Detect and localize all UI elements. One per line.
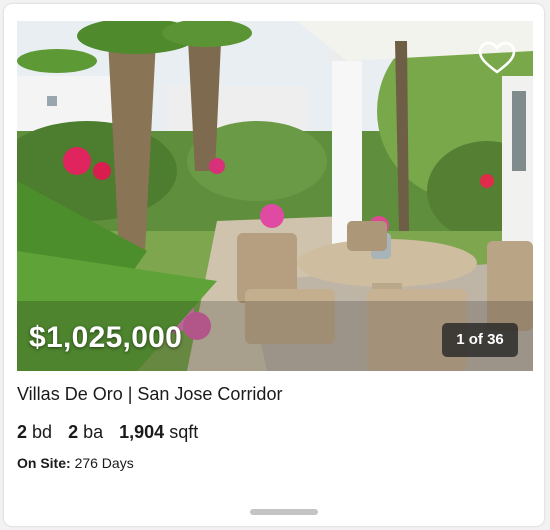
on-site-value: 276 Days [74, 455, 134, 471]
on-site-duration: On Site: 276 Days [17, 455, 134, 471]
drag-handle[interactable] [250, 509, 318, 515]
baths-value: 2 [68, 422, 79, 442]
sqft-value: 1,904 [119, 422, 165, 442]
patio-garden-image [17, 21, 533, 371]
baths-spec: 2 ba [68, 422, 103, 443]
baths-unit: ba [83, 422, 104, 442]
sqft-spec: 1,904 sqft [119, 422, 198, 443]
sqft-unit: sqft [169, 422, 199, 442]
beds-unit: bd [32, 422, 53, 442]
on-site-label: On Site: [17, 455, 71, 471]
heart-outline-icon [478, 41, 516, 74]
listing-price: $1,025,000 [29, 321, 183, 354]
listing-title[interactable]: Villas De Oro | San Jose Corridor [17, 384, 282, 405]
beds-value: 2 [17, 422, 28, 442]
listing-specs: 2 bd 2 ba 1,904 sqft [17, 422, 198, 443]
listing-card[interactable]: $1,025,000 1 of 36 Villas De Oro | San J… [4, 4, 544, 526]
photo-counter: 1 of 36 [442, 323, 518, 357]
favorite-button[interactable] [477, 39, 517, 79]
listing-photo[interactable]: $1,025,000 1 of 36 [17, 21, 533, 371]
beds-spec: 2 bd [17, 422, 52, 443]
